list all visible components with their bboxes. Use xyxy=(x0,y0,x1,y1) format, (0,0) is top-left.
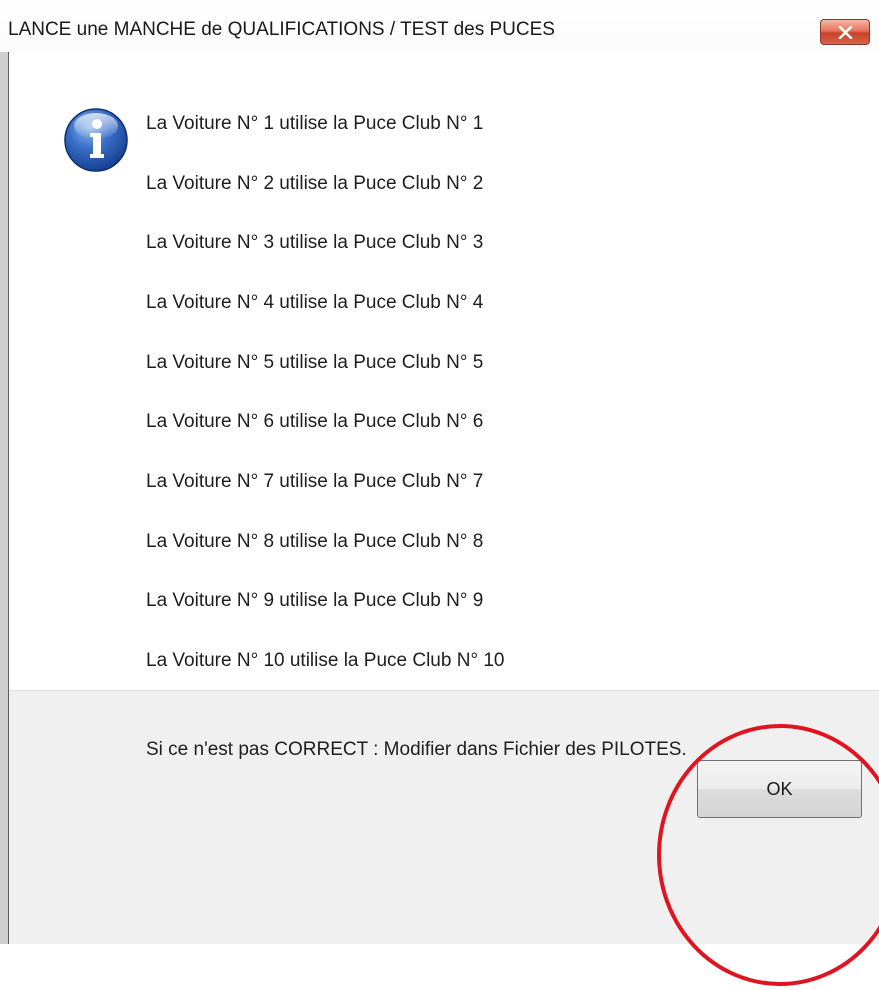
info-icon xyxy=(64,108,128,172)
correction-note: Si ce n'est pas CORRECT : Modifier dans … xyxy=(146,739,687,760)
window-frame-left xyxy=(0,52,9,944)
message-line: La Voiture N° 10 utilise la Puce Club N°… xyxy=(146,650,505,671)
message-line: La Voiture N° 1 utilise la Puce Club N° … xyxy=(146,113,484,134)
title-bar[interactable]: LANCE une MANCHE de QUALIFICATIONS / TES… xyxy=(0,0,879,52)
window-title: LANCE une MANCHE de QUALIFICATIONS / TES… xyxy=(8,19,555,40)
close-x-icon xyxy=(838,26,853,39)
message-line: La Voiture N° 6 utilise la Puce Club N° … xyxy=(146,411,484,432)
message-dialog: LANCE une MANCHE de QUALIFICATIONS / TES… xyxy=(0,0,879,986)
message-line: La Voiture N° 7 utilise la Puce Club N° … xyxy=(146,471,484,492)
message-line: La Voiture N° 8 utilise la Puce Club N° … xyxy=(146,531,484,552)
message-line: La Voiture N° 2 utilise la Puce Club N° … xyxy=(146,173,484,194)
message-line: La Voiture N° 4 utilise la Puce Club N° … xyxy=(146,292,484,313)
close-button[interactable] xyxy=(820,19,870,45)
message-line: La Voiture N° 3 utilise la Puce Club N° … xyxy=(146,232,484,253)
ok-button[interactable]: OK xyxy=(697,760,862,818)
message-line: La Voiture N° 9 utilise la Puce Club N° … xyxy=(146,590,484,611)
message-line: La Voiture N° 5 utilise la Puce Club N° … xyxy=(146,352,484,373)
